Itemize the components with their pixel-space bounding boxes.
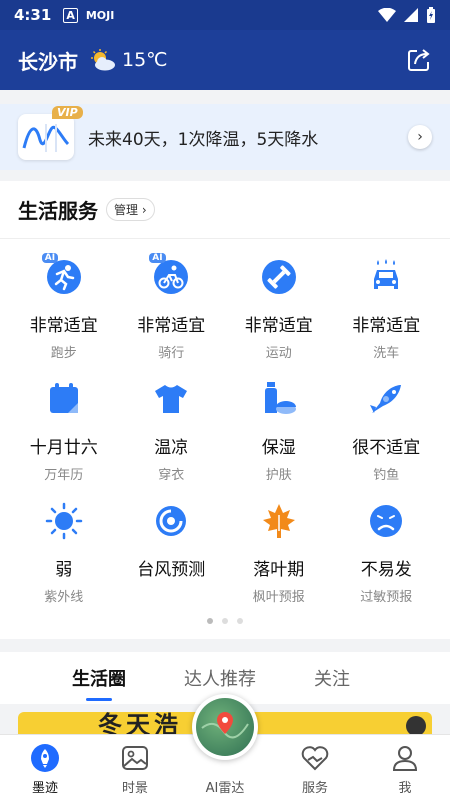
services-grid: AI 非常适宜 跑步 AI 非常适宜 骑行 非常适宜 运动 非常适宜 洗车 十月… — [0, 253, 450, 623]
ai-badge: AI — [41, 253, 59, 263]
status-bar: 4:31 A MOJI — [0, 0, 450, 30]
forecast-40-day-banner[interactable]: VIP 未来40天，1次降温，5天降水 › — [0, 104, 450, 170]
manage-button[interactable]: 管理 › — [106, 198, 155, 221]
service-label: 护肤 — [265, 468, 292, 483]
service-value: 保湿 — [261, 438, 296, 458]
heart-hands-icon — [301, 746, 329, 771]
service-running[interactable]: AI 非常适宜 跑步 — [10, 253, 118, 379]
service-allergy[interactable]: 不易发 过敏预报 — [333, 501, 441, 623]
service-label: 运动 — [265, 346, 292, 361]
ai-radar-button[interactable] — [192, 694, 258, 760]
tab-following[interactable]: 关注 — [314, 665, 350, 691]
page-dot — [237, 618, 243, 624]
nav-services[interactable]: 服务 — [270, 735, 360, 801]
signal-icon — [404, 8, 418, 22]
wifi-icon — [378, 8, 396, 22]
tshirt-icon — [155, 385, 188, 413]
partly-cloudy-icon — [91, 49, 115, 71]
nav-label: 我 — [398, 781, 412, 796]
service-label: 跑步 — [50, 346, 77, 361]
tab-life-circle[interactable]: 生活圈 — [72, 665, 126, 701]
landscape-photo-icon — [122, 746, 148, 770]
page-indicator — [0, 618, 450, 624]
tab-expert-recommend[interactable]: 达人推荐 — [184, 665, 256, 691]
service-label: 枫叶预报 — [252, 590, 305, 605]
fish-icon — [370, 385, 402, 413]
sun-icon — [45, 502, 82, 540]
radar-map-icon — [196, 698, 254, 756]
maple-leaf-icon — [262, 504, 295, 538]
temperature: 15℃ — [122, 49, 168, 71]
service-value: 非常适宜 — [137, 316, 206, 336]
service-typhoon[interactable]: 台风预测 — [118, 501, 226, 623]
allergy-face-icon — [370, 505, 403, 537]
page-dot — [207, 618, 213, 624]
app-header: 长沙市 15℃ — [0, 30, 450, 90]
typhoon-icon — [156, 506, 187, 536]
city-name[interactable]: 长沙市 — [18, 46, 78, 75]
forecast-chart-icon: VIP — [18, 106, 83, 160]
service-label: 钓鱼 — [373, 468, 400, 483]
nav-label: 时景 — [121, 781, 148, 796]
service-cycling[interactable]: AI 非常适宜 骑行 — [118, 253, 226, 379]
dumbbell-icon — [261, 260, 296, 294]
battery-icon — [427, 7, 435, 23]
forecast-summary: 未来40天，1次降温，5天降水 — [88, 129, 319, 150]
car-wash-icon — [374, 259, 399, 289]
service-fishing[interactable]: 很不适宜 钓鱼 — [333, 379, 441, 501]
service-maple-leaf[interactable]: 落叶期 枫叶预报 — [225, 501, 333, 623]
service-label: 紫外线 — [44, 590, 84, 605]
services-title: 生活服务 — [18, 199, 98, 223]
moji-home-icon — [31, 744, 59, 772]
service-label: 穿衣 — [158, 468, 185, 483]
service-value: 非常适宜 — [29, 316, 98, 336]
profile-icon — [392, 746, 418, 771]
service-sports[interactable]: 非常适宜 运动 — [225, 257, 333, 379]
service-dressing[interactable]: 温凉 穿衣 — [118, 379, 226, 501]
service-label: 洗车 — [373, 346, 400, 361]
vip-badge: VIP — [52, 106, 83, 119]
nav-label: AI雷达 — [205, 781, 245, 796]
service-calendar[interactable]: 十月廿六 万年历 — [10, 379, 118, 501]
service-label: 万年历 — [44, 468, 84, 483]
nav-scenery[interactable]: 时景 — [90, 735, 180, 801]
skincare-icon — [264, 382, 296, 414]
service-value: 台风预测 — [137, 560, 206, 580]
service-value: 不易发 — [360, 560, 412, 580]
service-value: 很不适宜 — [352, 438, 421, 458]
service-value: 非常适宜 — [244, 316, 313, 336]
chevron-right-icon[interactable]: › — [408, 125, 432, 149]
running-icon — [46, 260, 81, 294]
service-uv[interactable]: 弱 紫外线 — [10, 501, 118, 623]
service-value: 落叶期 — [253, 560, 305, 580]
page-dot — [222, 618, 228, 624]
service-label: 过敏预报 — [360, 590, 413, 605]
nav-moji[interactable]: 墨迹 — [0, 735, 90, 801]
service-value: 弱 — [55, 560, 73, 580]
service-value: 温凉 — [154, 438, 189, 458]
service-car-wash[interactable]: 非常适宜 洗车 — [333, 257, 441, 379]
calendar-icon — [49, 383, 78, 413]
share-icon[interactable] — [406, 47, 432, 73]
nav-label: 墨迹 — [31, 781, 58, 796]
nav-me[interactable]: 我 — [360, 735, 450, 801]
status-time: 4:31 — [14, 6, 52, 24]
service-value: 十月廿六 — [29, 438, 98, 458]
app-notification-icon: A — [63, 7, 78, 23]
moji-notification-icon: MOJI — [85, 8, 115, 22]
cycling-icon — [154, 260, 189, 294]
service-value: 非常适宜 — [352, 316, 421, 336]
life-services-panel: 生活服务 管理 › AI 非常适宜 跑步 AI 非常适宜 骑行 非常适宜 运动 … — [0, 181, 450, 639]
service-label: 骑行 — [158, 346, 185, 361]
nav-label: 服务 — [301, 781, 328, 796]
play-icon[interactable] — [406, 716, 426, 736]
service-skincare[interactable]: 保湿 护肤 — [225, 379, 333, 501]
ai-badge: AI — [149, 253, 166, 263]
